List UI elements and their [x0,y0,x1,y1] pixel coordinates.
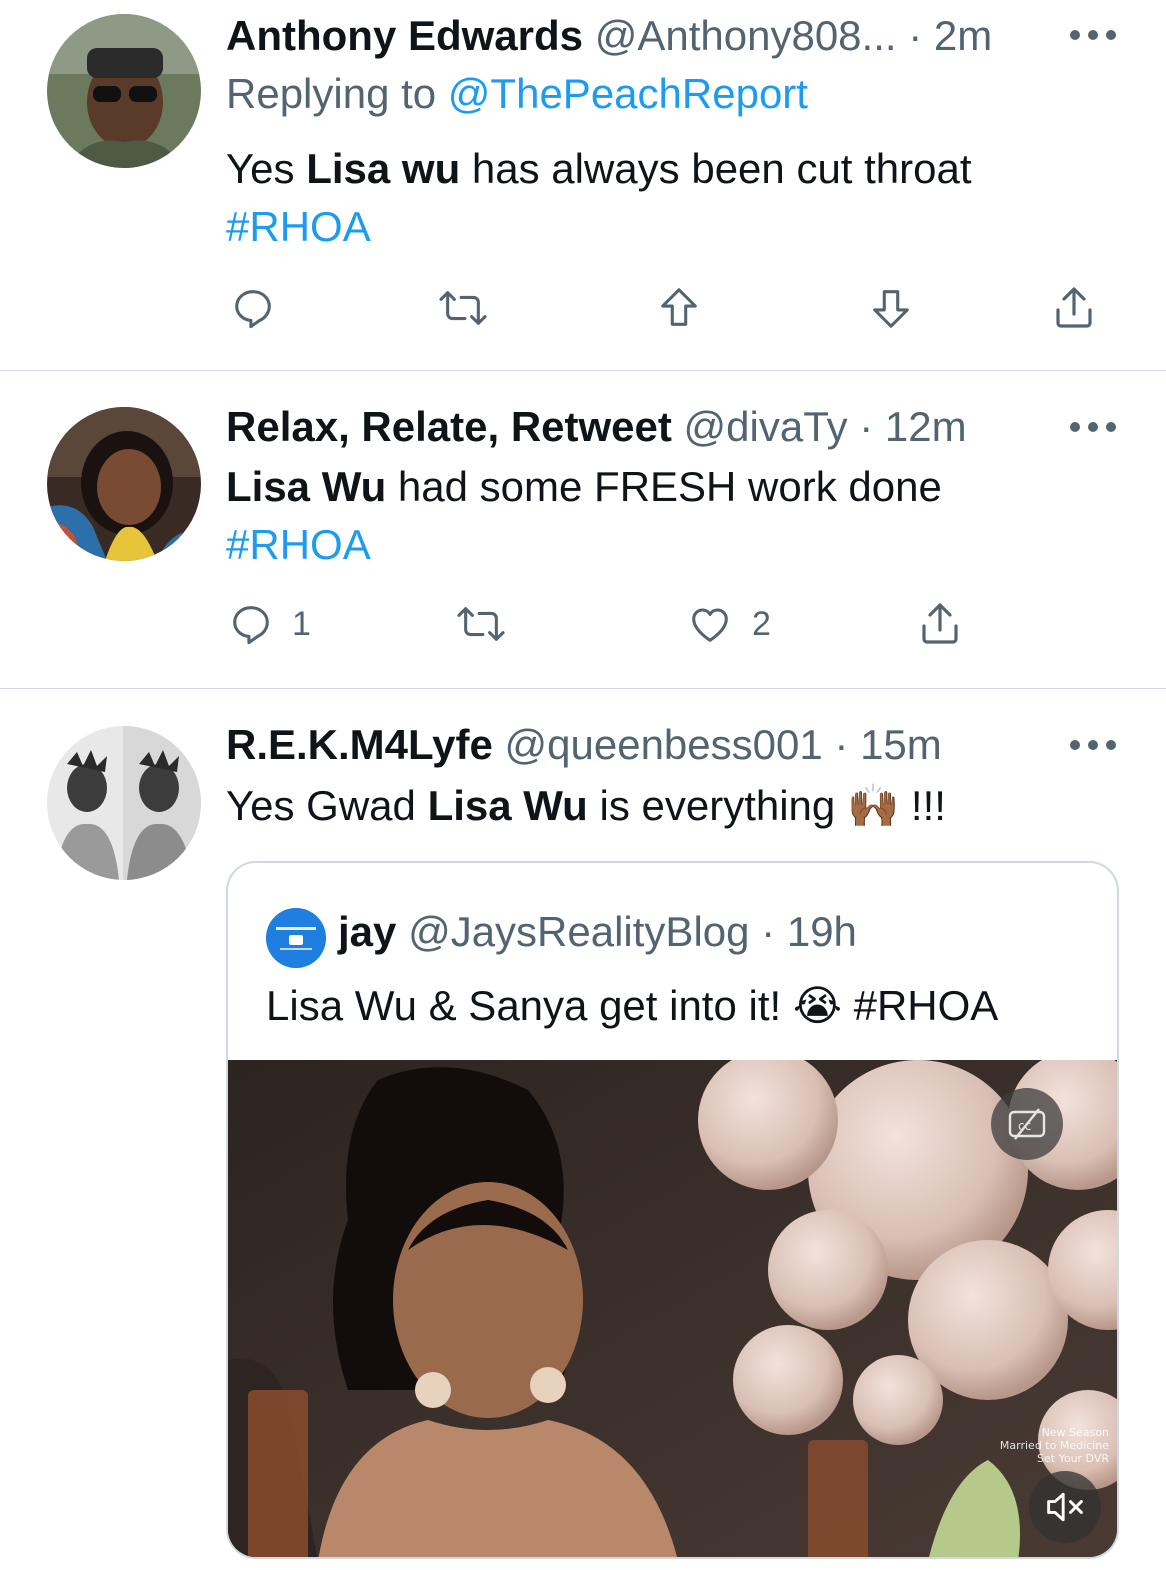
retweet-icon [439,291,487,325]
quoted-username: @JaysRealityBlog [408,908,750,955]
timestamp[interactable]: 12m [885,403,967,450]
quoted-avatar [266,908,326,968]
more-button[interactable] [1070,737,1116,753]
captions-off-icon: cc [1008,1108,1046,1140]
tweet-text: Yes Gwad Lisa Wu is everything 🙌🏾 !!! [226,777,946,835]
quoted-text: Lisa Wu & Sanya get into it! 😭 #RHOA [266,977,998,1035]
text-bold: Lisa Wu [427,782,588,829]
avatar[interactable] [47,407,201,561]
share-button[interactable] [916,599,964,649]
quoted-display-name: jay [338,908,397,955]
text-part: is everything [587,782,847,829]
overlay-line: Married to Medicine [999,1439,1109,1452]
tweet-2[interactable]: Relax, Relate, Retweet @divaTy · 12m Lis… [0,371,1166,688]
text-part: Yes Gwad [226,782,428,829]
more-button[interactable] [1070,419,1116,435]
upvote-button[interactable] [656,283,702,333]
reply-button[interactable] [230,283,276,333]
display-name[interactable]: Relax, Relate, Retweet [226,403,672,450]
separator-dot: · [908,12,923,59]
retweet-button[interactable] [438,283,488,333]
heart-icon [692,608,728,642]
text-part: had some FRESH work done [386,463,942,510]
tweet-header: R.E.K.M4Lyfe @queenbess001 · 15m [226,721,942,769]
display-name[interactable]: R.E.K.M4Lyfe [226,721,493,768]
replying-to: Replying to @ThePeachReport [226,70,808,118]
video-player[interactable]: cc New Season Married to Medicine Set Yo… [228,1060,1117,1557]
video-frame [228,1060,1117,1557]
separator-dot: · [859,403,874,450]
timestamp[interactable]: 2m [934,12,992,59]
text-part: Yes [226,145,307,192]
replying-label: Replying to [226,70,448,117]
retweet-button[interactable] [456,599,506,649]
separator-dot: · [834,721,849,768]
quoted-text-part: Lisa Wu & Sanya get into it! [266,982,793,1029]
like-button[interactable]: 2 [686,599,771,649]
username[interactable]: @queenbess001 [505,721,823,768]
share-icon [1056,287,1092,328]
reply-count: 1 [292,604,311,643]
reply-icon [235,290,271,329]
share-icon [922,603,958,644]
hashtag-link[interactable]: #RHOA [226,516,942,574]
tweet-actions: 1 2 [226,599,986,649]
timestamp[interactable]: 15m [860,721,942,768]
mute-button[interactable] [1029,1471,1101,1543]
share-button[interactable] [1050,283,1098,333]
more-icon [1070,422,1080,432]
avatar[interactable] [47,726,201,880]
quoted-hashtag: #RHOA [841,982,999,1029]
overlay-line: Set Your DVR [1037,1452,1109,1465]
tweet-1[interactable]: Anthony Edwards @Anthony808... · 2m Repl… [0,0,1166,370]
more-icon [1070,30,1080,40]
text-bold: Lisa Wu [226,463,387,510]
quoted-timestamp: 19h [786,908,857,955]
reply-button[interactable]: 1 [228,599,311,649]
crying-face-emoji: 😭 [792,982,842,1029]
overlay-line: New Season [1041,1426,1109,1439]
video-overlay-text: New Season Married to Medicine Set Your … [1000,1426,1109,1465]
text-bold: Lisa wu [306,145,461,192]
captions-button[interactable]: cc [991,1088,1063,1160]
downvote-button[interactable] [868,283,914,333]
separator-dot: · [761,908,776,955]
username[interactable]: @divaTy [684,403,848,450]
raised-hands-emoji: 🙌🏾 [846,782,900,829]
more-icon [1070,740,1080,750]
tweet-header: Anthony Edwards @Anthony808... · 2m [226,12,992,60]
tweet-header: Relax, Relate, Retweet @divaTy · 12m [226,403,967,451]
retweet-icon [457,607,505,641]
downvote-icon [873,290,909,328]
tweet-actions [226,283,1106,333]
quoted-header: jay @JaysRealityBlog · 19h [338,907,857,957]
avatar[interactable] [47,14,201,168]
hashtag-link[interactable]: #RHOA [226,198,972,256]
muted-icon [1047,1492,1083,1522]
quoted-tweet[interactable]: jay @JaysRealityBlog · 19h Lisa Wu & San… [226,861,1119,1559]
tweet-text: Lisa Wu had some FRESH work done #RHOA [226,458,942,574]
tweet-text: Yes Lisa wu has always been cut throat #… [226,140,972,256]
text-part: has always been cut throat [460,145,972,192]
replying-to-link[interactable]: @ThePeachReport [448,70,808,117]
more-button[interactable] [1070,27,1116,43]
reply-icon [233,606,269,645]
like-count: 2 [752,604,771,643]
username[interactable]: @Anthony808... [595,12,897,59]
upvote-icon [661,288,697,326]
display-name[interactable]: Anthony Edwards [226,12,583,59]
text-part: !!! [899,782,946,829]
